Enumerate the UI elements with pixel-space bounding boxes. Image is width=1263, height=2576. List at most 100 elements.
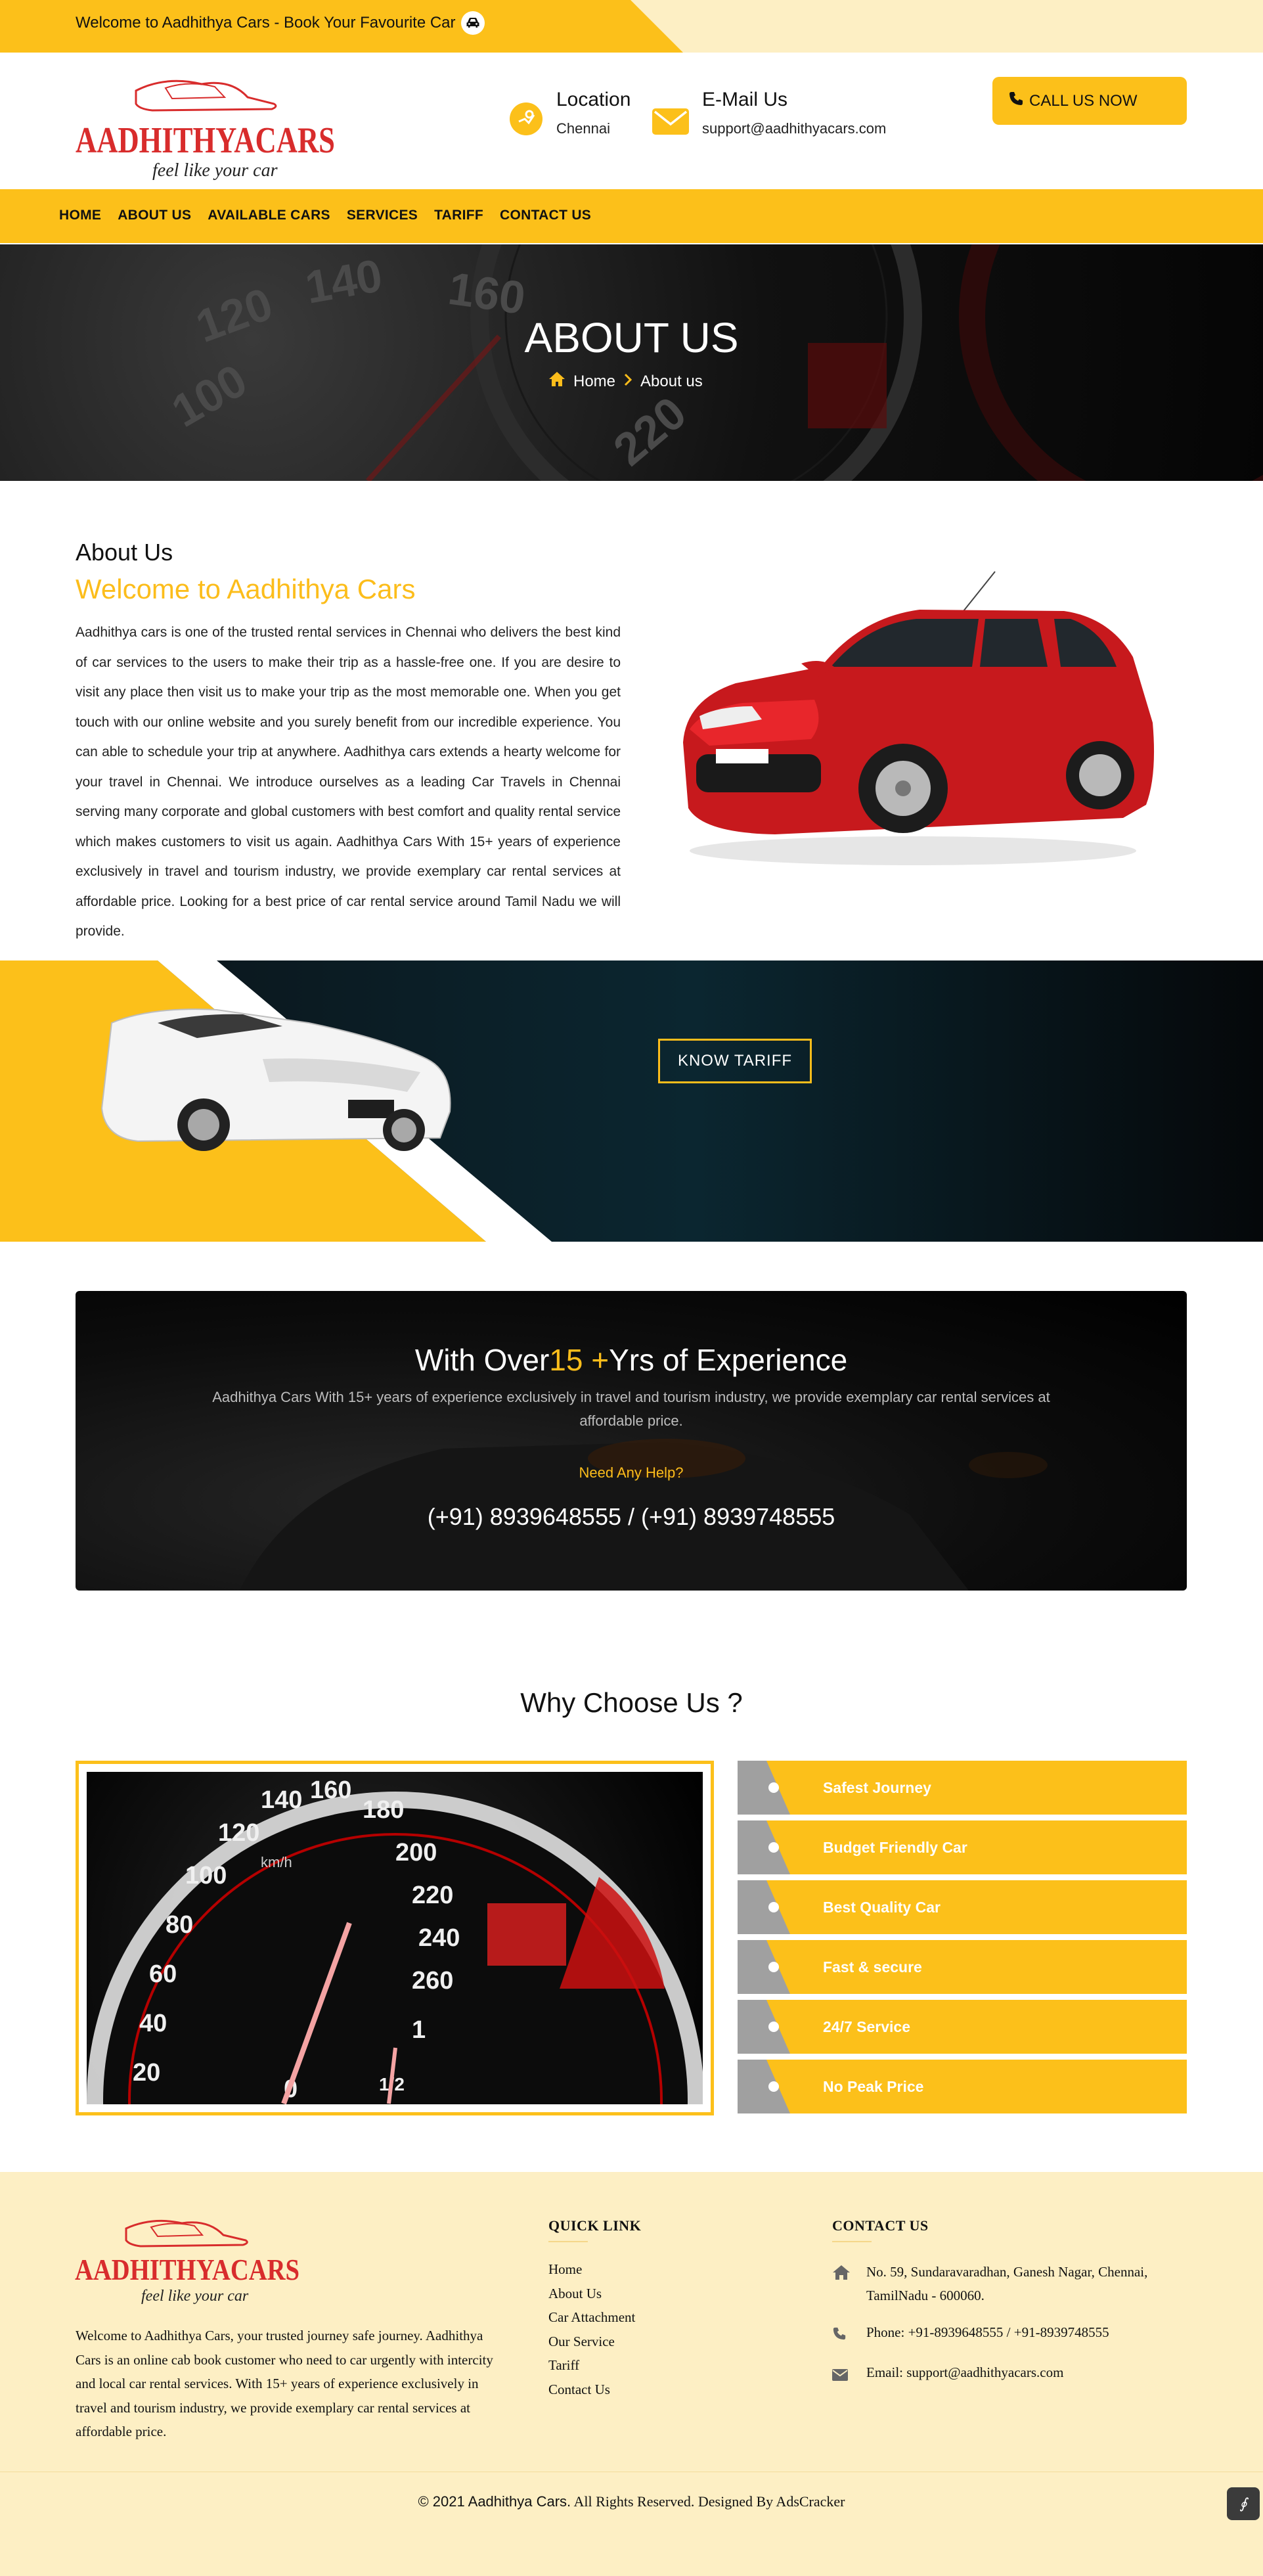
why-item-label: Budget Friendly Car [823, 1839, 967, 1856]
page-title: ABOUT US [524, 314, 739, 361]
copyright-text: All Rights Reserved. Designed By AdsCrac… [571, 2493, 845, 2510]
gauge-120: 120 [218, 1819, 259, 1847]
footer-link-our-service[interactable]: Our Service [548, 2334, 635, 2358]
footer-phone: Phone: +91-8939648555 / +91-8939748555 [832, 2320, 1174, 2348]
hero-speed-140: 140 [301, 250, 386, 313]
contact-title: CONTACT US [832, 2217, 929, 2234]
gauge-80: 80 [166, 1911, 193, 1939]
chevron-right-icon [623, 373, 632, 391]
heading-underline [832, 2241, 872, 2242]
car-icon [460, 11, 485, 35]
nav-tariff[interactable]: TARIFF [434, 208, 483, 223]
gauge-40: 40 [139, 2010, 167, 2037]
breadcrumb-home[interactable]: Home [573, 373, 615, 391]
experience-phone[interactable]: (+91) 8939648555 / (+91) 8939748555 [76, 1503, 1187, 1531]
why-item-budget-friendly: Budget Friendly Car [738, 1820, 1187, 1874]
need-help-label: Need Any Help? [579, 1464, 684, 1481]
footer-address: No. 59, Sundaravaradhan, Ganesh Nagar, C… [832, 2260, 1174, 2307]
nav-services[interactable]: SERVICES [347, 208, 418, 223]
call-us-button[interactable]: CALL US NOW [992, 77, 1187, 125]
why-item-label: 24/7 Service [823, 2018, 911, 2035]
gauge-200: 200 [395, 1839, 437, 1866]
about-description: Aadhithya cars is one of the trusted ren… [76, 625, 621, 939]
copyright: © 2021 Aadhithya Cars. All Rights Reserv… [0, 2493, 1263, 2510]
phone-icon [832, 2320, 852, 2348]
speedometer-image: 20 40 60 80 100 120 140 160 180 200 220 … [87, 1772, 703, 2104]
why-choose-title: Why Choose Us ? [520, 1687, 743, 1718]
experience-section: With Over15 +Yrs of Experience Aadhithya… [76, 1291, 1187, 1591]
gauge-140: 140 [261, 1786, 302, 1814]
contact-heading: CONTACT US [832, 2217, 929, 2242]
experience-backdrop [240, 1439, 1048, 1591]
footer-link-tariff[interactable]: Tariff [548, 2357, 635, 2382]
experience-title-pre: With Over [414, 1343, 550, 1377]
phone-text[interactable]: Phone: +91-8939648555 / +91-8939748555 [866, 2320, 1109, 2348]
gauge-100: 100 [185, 1862, 227, 1889]
bullet-icon [768, 1842, 779, 1853]
gauge-1: 1 [412, 2016, 426, 2044]
home-icon [548, 371, 565, 392]
footer-link-home[interactable]: Home [548, 2261, 635, 2286]
corner-widget-icon[interactable]: ∮ [1227, 2487, 1260, 2520]
breadcrumb: Home About us [548, 371, 703, 392]
nav-contact-us[interactable]: CONTACT US [500, 208, 591, 223]
bullet-icon [768, 2081, 779, 2092]
footer-about: Welcome to Aadhithya Cars, your trusted … [76, 2328, 493, 2439]
footer-link-car-attachment[interactable]: Car Attachment [548, 2309, 635, 2334]
footer-link-about[interactable]: About Us [548, 2286, 635, 2310]
bullet-icon [768, 1782, 779, 1793]
envelope-icon [652, 89, 689, 138]
top-bar-message: Welcome to Aadhithya Cars - Book Your Fa… [76, 11, 485, 35]
quick-link-heading: QUICK LINK [548, 2217, 641, 2242]
gauge-160: 160 [310, 1776, 351, 1804]
footer-logo-wordmark: AADHITHYACARS [75, 2253, 299, 2286]
speedometer-backdrop: 100 120 140 160 220 [164, 244, 1263, 481]
heading-underline [548, 2241, 588, 2242]
why-item-safest-journey: Safest Journey [738, 1761, 1187, 1815]
why-item-fast-secure: Fast & secure [738, 1940, 1187, 1994]
site-logo[interactable]: AADHITHYACARS feel like your car [74, 72, 340, 181]
bullet-icon [768, 1962, 779, 1972]
top-bar-text: Welcome to Aadhithya Cars - Book Your Fa… [76, 14, 456, 32]
gauge-20: 20 [133, 2059, 160, 2087]
nav-home[interactable]: HOME [59, 208, 101, 223]
gauge-220: 220 [412, 1882, 453, 1909]
why-choose-list: Safest Journey Budget Friendly Car Best … [738, 1761, 1187, 2119]
why-item-label: No Peak Price [823, 2078, 924, 2095]
nav-available-cars[interactable]: AVAILABLE CARS [208, 208, 330, 223]
copyright-brand: © 2021 Aadhithya Cars. [418, 2493, 571, 2510]
experience-title-post: Yrs of Experience [609, 1343, 848, 1377]
header-email: E-Mail Us support@aadhithyacars.com [652, 89, 886, 138]
gauge-240: 240 [418, 1924, 460, 1952]
gauge-60: 60 [149, 1960, 177, 1988]
gauge-180: 180 [363, 1796, 404, 1824]
why-item-label: Safest Journey [823, 1779, 931, 1796]
why-item-best-quality: Best Quality Car [738, 1880, 1187, 1934]
bullet-icon [768, 1902, 779, 1912]
why-item-no-peak-price: No Peak Price [738, 2060, 1187, 2113]
why-item-label: Fast & secure [823, 1958, 922, 1976]
home-icon [832, 2260, 852, 2307]
know-tariff-button[interactable]: KNOW TARIFF [658, 1039, 812, 1083]
top-announcement-bar: Welcome to Aadhithya Cars - Book Your Fa… [0, 0, 1263, 53]
phone-icon [1008, 91, 1024, 111]
main-nav: HOME ABOUT US AVAILABLE CARS SERVICES TA… [0, 189, 1263, 243]
logo-wordmark: AADHITHYACARS [76, 120, 335, 161]
footer-logo-tagline: feel like your car [141, 2288, 249, 2305]
hero-speed-100: 100 [164, 354, 255, 437]
experience-title: With Over15 +Yrs of Experience [76, 1342, 1187, 1378]
footer-link-contact[interactable]: Contact Us [548, 2382, 635, 2406]
quick-links: Home About Us Car Attachment Our Service… [548, 2261, 635, 2406]
why-item-label: Best Quality Car [823, 1899, 941, 1916]
footer-email: Email: support@aadhithyacars.com [832, 2361, 1174, 2388]
red-hatchback-image [663, 558, 1163, 874]
email-value[interactable]: support@aadhithyacars.com [702, 120, 886, 137]
bullet-icon [768, 2022, 779, 2032]
speedometer-image-frame: 20 40 60 80 100 120 140 160 180 200 220 … [76, 1761, 714, 2115]
footer-logo[interactable]: AADHITHYACARS feel like your car [74, 2214, 303, 2306]
email-text[interactable]: Email: support@aadhithyacars.com [866, 2361, 1063, 2388]
quick-link-title: QUICK LINK [548, 2217, 642, 2234]
location-title: Location [556, 89, 631, 110]
hero-speed-220: 220 [604, 387, 696, 476]
nav-about-us[interactable]: ABOUT US [118, 208, 191, 223]
